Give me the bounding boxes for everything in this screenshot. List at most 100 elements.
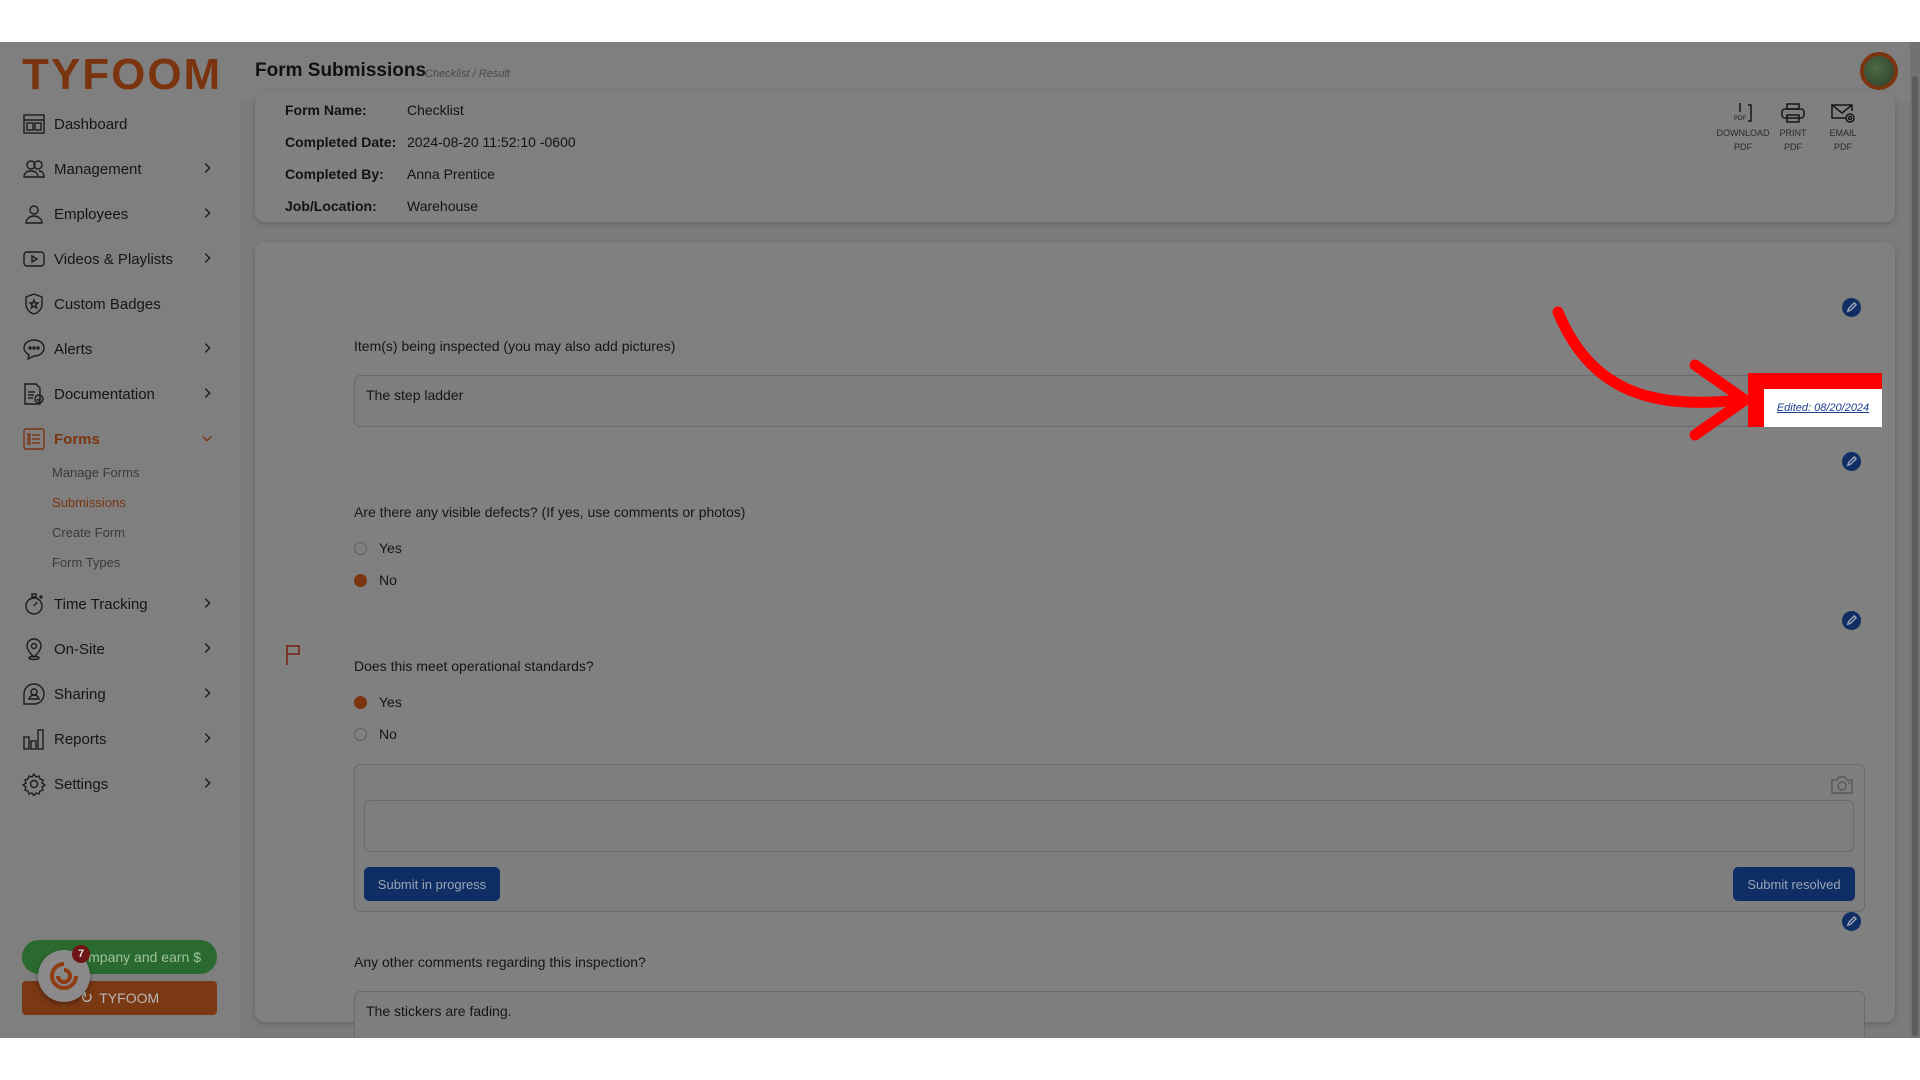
questions-card: Item(s) being inspected (you may also ad… (255, 242, 1895, 1038)
chevron-right-icon (200, 386, 216, 402)
sidebar-item-on-site[interactable]: On-Site (22, 632, 222, 666)
user-avatar[interactable] (1860, 52, 1898, 90)
info-job-location: Job/Location: Warehouse (285, 198, 479, 214)
chevron-right-icon (200, 641, 216, 657)
svg-text:PDF: PDF (1734, 116, 1746, 122)
sidebar-item-reports[interactable]: Reports (22, 722, 222, 756)
video-icon (22, 247, 46, 271)
sidebar-item-documentation[interactable]: Documentation (22, 377, 222, 411)
notification-badge: 7 (72, 945, 90, 963)
radio-option-no[interactable]: No (354, 572, 397, 588)
chevron-right-icon (200, 251, 216, 267)
dashboard-icon (22, 112, 46, 136)
sidebar-item-label: Settings (54, 775, 109, 793)
chevron-down-icon (200, 431, 216, 447)
sidebar-item-management[interactable]: Management (22, 152, 222, 186)
badge-icon (22, 292, 46, 316)
email-pdf-button[interactable]: EMAIL PDF (1815, 102, 1871, 154)
edit-answer-button[interactable] (1842, 298, 1861, 317)
stopwatch-icon (22, 592, 46, 616)
question-label: Any other comments regarding this inspec… (354, 954, 646, 970)
sidebar-item-label: Videos & Playlists (54, 250, 173, 268)
sidebar-item-alerts[interactable]: Alerts (22, 332, 222, 366)
sidebar-item-label: Management (54, 160, 142, 178)
download-pdf-button[interactable]: PDF DOWNLOAD PDF (1715, 102, 1771, 154)
document-icon (22, 382, 46, 406)
sidebar-item-videos-playlists[interactable]: Videos & Playlists (22, 242, 222, 276)
vertical-scrollbar[interactable] (1910, 42, 1920, 1038)
sidebar-item-label: Dashboard (54, 115, 128, 133)
radio-option-yes[interactable]: Yes (354, 694, 402, 710)
breadcrumb[interactable]: Checklist / Result (425, 68, 510, 80)
edited-container: Edited: 08/20/2024 (1764, 389, 1882, 427)
submission-info-card: Form Name: Checklist Completed Date: 202… (255, 92, 1895, 222)
pencil-icon (1846, 615, 1857, 626)
sidebar-item-employees[interactable]: Employees (22, 197, 222, 231)
comment-input[interactable] (364, 800, 1854, 852)
tyfoom-swirl-icon (50, 962, 78, 990)
edited-date-link[interactable]: Edited: 08/20/2024 (1777, 402, 1869, 414)
download-pdf-icon: PDF (1734, 103, 1752, 122)
radio-unchecked-icon (354, 541, 367, 555)
gear-icon (22, 772, 46, 796)
edit-answer-button[interactable] (1842, 611, 1861, 630)
sidebar-item-label: Alerts (54, 340, 93, 358)
submenu-create-form[interactable]: Create Form (52, 525, 125, 540)
sidebar-item-dashboard[interactable]: Dashboard (22, 107, 222, 141)
scrollbar-thumb[interactable] (1912, 76, 1918, 1036)
sidebar: TYFOOM Dashboard Management Employees Vi… (0, 42, 240, 1038)
sidebar-item-settings[interactable]: Settings (22, 767, 222, 801)
camera-icon[interactable] (1830, 775, 1854, 800)
chevron-right-icon (200, 686, 216, 702)
info-completed-date: Completed Date: 2024-08-20 11:52:10 -060… (285, 134, 576, 150)
sidebar-item-forms[interactable]: Forms (22, 422, 222, 456)
edit-answer-button[interactable] (1842, 452, 1861, 471)
user-icon (22, 202, 46, 226)
chevron-right-icon (200, 341, 216, 357)
radio-checked-icon (354, 573, 367, 587)
sidebar-item-label: On-Site (54, 640, 105, 658)
main-content: Form Name: Checklist Completed Date: 202… (240, 92, 1910, 1038)
submit-in-progress-button[interactable]: Submit in progress (364, 867, 500, 901)
sidebar-item-label: Time Tracking (54, 595, 148, 613)
annotation-highlight-box: Edited: 08/20/2024 (1748, 373, 1882, 427)
bar-chart-icon (22, 727, 46, 751)
corrective-action-box: Submit in progress Submit resolved (354, 764, 1865, 912)
sidebar-item-sharing[interactable]: Sharing (22, 677, 222, 711)
chevron-right-icon (200, 161, 216, 177)
tyfoom-logo[interactable]: TYFOOM (22, 50, 222, 100)
sidebar-item-label: Documentation (54, 385, 155, 403)
submenu-submissions[interactable]: Submissions (52, 495, 126, 510)
radio-checked-icon (354, 695, 367, 709)
users-icon (22, 157, 46, 181)
flag-icon[interactable] (285, 644, 301, 671)
tyfoom-button-label: TYFOOM (99, 990, 160, 1006)
print-pdf-button[interactable]: PRINT PDF (1765, 102, 1821, 154)
pencil-icon (1846, 456, 1857, 467)
answer-text-other-comments[interactable]: The stickers are fading. (354, 991, 1865, 1038)
chevron-right-icon (200, 596, 216, 612)
submenu-form-types[interactable]: Form Types (52, 555, 120, 570)
radio-unchecked-icon (354, 727, 367, 741)
submit-resolved-button[interactable]: Submit resolved (1733, 867, 1855, 901)
sidebar-item-label: Employees (54, 205, 129, 223)
sidebar-item-custom-badges[interactable]: Custom Badges (22, 287, 222, 321)
list-icon (22, 427, 46, 451)
submenu-manage-forms[interactable]: Manage Forms (52, 465, 139, 480)
info-form-name: Form Name: Checklist (285, 102, 464, 118)
chevron-right-icon (200, 731, 216, 747)
edit-answer-button[interactable] (1842, 912, 1861, 931)
refer-button-label: ompany and earn $ (80, 949, 201, 965)
radio-option-yes[interactable]: Yes (354, 540, 402, 556)
chevron-right-icon (200, 206, 216, 222)
pencil-icon (1846, 302, 1857, 313)
sidebar-item-time-tracking[interactable]: Time Tracking (22, 587, 222, 621)
answer-text-items-inspected[interactable]: The step ladder (354, 375, 1865, 427)
email-icon (1831, 104, 1855, 123)
sidebar-item-label: Reports (54, 730, 107, 748)
sidebar-item-label: Sharing (54, 685, 106, 703)
question-label: Are there any visible defects? (If yes, … (354, 504, 746, 520)
radio-option-no[interactable]: No (354, 726, 397, 742)
chat-bubble-icon (22, 337, 46, 361)
info-completed-by: Completed By: Anna Prentice (285, 166, 495, 182)
